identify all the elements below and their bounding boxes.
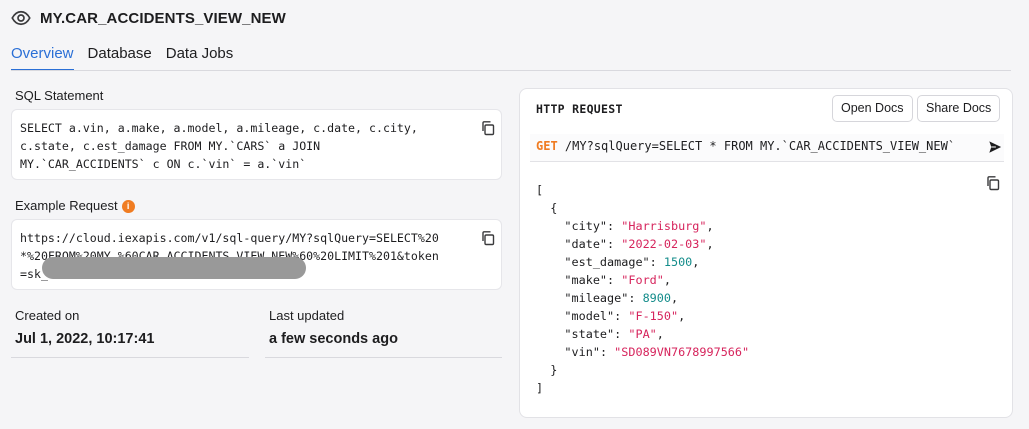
json-value: "2022-02-03" (621, 237, 707, 251)
json-comma: , (670, 291, 679, 305)
share-docs-button[interactable]: Share Docs (917, 95, 1001, 122)
json-key: "vin" (564, 345, 600, 359)
page-header: MY.CAR_ACCIDENTS_VIEW_NEW (11, 8, 286, 28)
json-key: "model" (564, 309, 615, 323)
created-on-value: Jul 1, 2022, 10:17:41 (15, 331, 155, 347)
json-key: "state" (564, 327, 615, 341)
json-field-line: "city": "Harrisburg", (564, 219, 714, 233)
json-field-line: "est_damage": 1500, (564, 255, 700, 269)
http-method: GET (536, 139, 558, 153)
tab-overview[interactable]: Overview (11, 45, 74, 71)
json-value: "PA" (628, 327, 657, 341)
json-field-line: "date": "2022-02-03", (564, 237, 714, 251)
created-divider (11, 357, 249, 358)
json-comma: , (663, 273, 671, 287)
eye-icon (11, 10, 31, 26)
json-key: "est_damage" (564, 255, 650, 269)
json-value: "F-150" (628, 309, 679, 323)
tab-data-jobs[interactable]: Data Jobs (166, 45, 234, 71)
http-request-panel: HTTP REQUEST Open Docs Share Docs GET /M… (519, 88, 1013, 418)
json-value: "Ford" (621, 273, 664, 287)
tab-database[interactable]: Database (88, 45, 152, 71)
json-fields: "city": "Harrisburg", "date": "2022-02-0… (536, 217, 749, 361)
json-field-line: "state": "PA", (564, 327, 664, 341)
json-comma: , (692, 255, 700, 269)
example-request-box: https://cloud.iexapis.com/v1/sql-query/M… (11, 219, 502, 290)
http-request-title: HTTP REQUEST (536, 102, 623, 116)
request-url-bar[interactable]: GET /MY?sqlQuery=SELECT * FROM MY.`CAR_A… (530, 134, 1004, 162)
json-key: "make" (564, 273, 608, 287)
json-value: "SD089VN7678997566" (614, 345, 750, 359)
json-field-line: "mileage": 8900, (564, 291, 679, 305)
response-json: [ { "city": "Harrisburg", "date": "2022-… (536, 183, 750, 395)
json-value: 8900 (642, 291, 671, 305)
json-key: "mileage" (564, 291, 629, 305)
json-comma: , (678, 309, 686, 323)
json-comma: , (706, 237, 714, 251)
sql-statement-text: SELECT a.vin, a.make, a.model, a.mileage… (20, 121, 418, 171)
redacted-token (42, 257, 306, 279)
copy-icon[interactable] (985, 175, 1001, 191)
info-icon[interactable]: i (121, 200, 135, 213)
last-updated-label: Last updated (269, 308, 345, 323)
sql-statement-label: SQL Statement (15, 88, 104, 103)
json-comma: , (656, 327, 664, 341)
send-icon[interactable] (988, 140, 1002, 154)
json-field-line: "model": "F-150", (564, 309, 686, 323)
open-docs-button[interactable]: Open Docs (832, 95, 913, 122)
request-url: GET /MY?sqlQuery=SELECT * FROM MY.`CAR_A… (536, 139, 976, 153)
tabs-divider (11, 70, 1011, 71)
json-field-line: "make": "Ford", (564, 273, 671, 287)
json-comma: , (706, 219, 714, 233)
json-value: "Harrisburg" (621, 219, 707, 233)
request-path: /MY?sqlQuery=SELECT * FROM MY.`CAR_ACCID… (564, 139, 956, 153)
copy-icon[interactable] (480, 120, 496, 136)
example-request-label: Example Request i (15, 198, 135, 213)
json-field-line: "vin": "SD089VN7678997566" (564, 345, 750, 359)
json-value: 1500 (663, 255, 693, 269)
tab-bar: Overview Database Data Jobs (11, 45, 233, 71)
updated-divider (265, 357, 502, 358)
last-updated-value: a few seconds ago (269, 331, 398, 347)
created-on-label: Created on (15, 308, 80, 323)
copy-icon[interactable] (480, 230, 496, 246)
json-key: "city" (564, 219, 608, 233)
page-title: MY.CAR_ACCIDENTS_VIEW_NEW (40, 9, 286, 27)
sql-statement-box: SELECT a.vin, a.make, a.model, a.mileage… (11, 109, 502, 180)
json-key: "date" (564, 237, 608, 251)
